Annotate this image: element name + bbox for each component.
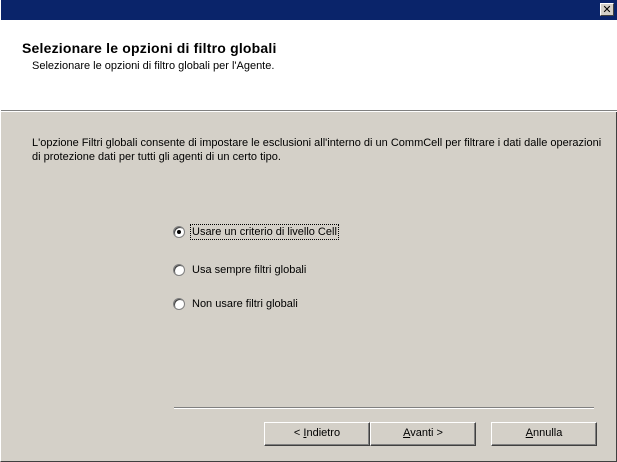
radio-button[interactable] bbox=[173, 264, 185, 276]
radio-label: Non usare filtri globali bbox=[192, 298, 298, 310]
radio-button[interactable] bbox=[173, 226, 185, 238]
wizard-dialog: ✕ Selezionare le opzioni di filtro globa… bbox=[0, 0, 617, 462]
radio-option-cell-policy[interactable]: Usare un criterio di livello Cell bbox=[173, 224, 339, 240]
close-icon: ✕ bbox=[602, 3, 612, 16]
radio-selected-dot bbox=[177, 230, 181, 234]
back-button[interactable]: < Indietro bbox=[264, 422, 370, 446]
page-title: Selezionare le opzioni di filtro globali bbox=[22, 40, 277, 56]
radio-button[interactable] bbox=[173, 298, 185, 310]
description-text: L'opzione Filtri globali consente di imp… bbox=[32, 137, 602, 163]
wizard-header: Selezionare le opzioni di filtro globali… bbox=[1, 20, 617, 111]
radio-label: Usare un criterio di livello Cell bbox=[190, 224, 339, 240]
radio-option-always-global[interactable]: Usa sempre filtri globali bbox=[173, 264, 306, 276]
close-button[interactable]: ✕ bbox=[600, 3, 614, 16]
radio-label: Usa sempre filtri globali bbox=[192, 264, 307, 276]
button-separator bbox=[174, 407, 594, 409]
next-button[interactable]: Avanti > bbox=[370, 422, 476, 446]
page-subtitle: Selezionare le opzioni di filtro globali… bbox=[32, 60, 275, 72]
cancel-button[interactable]: Annulla bbox=[491, 422, 597, 446]
title-bar: ✕ bbox=[1, 0, 617, 20]
radio-option-no-global[interactable]: Non usare filtri globali bbox=[173, 298, 298, 310]
